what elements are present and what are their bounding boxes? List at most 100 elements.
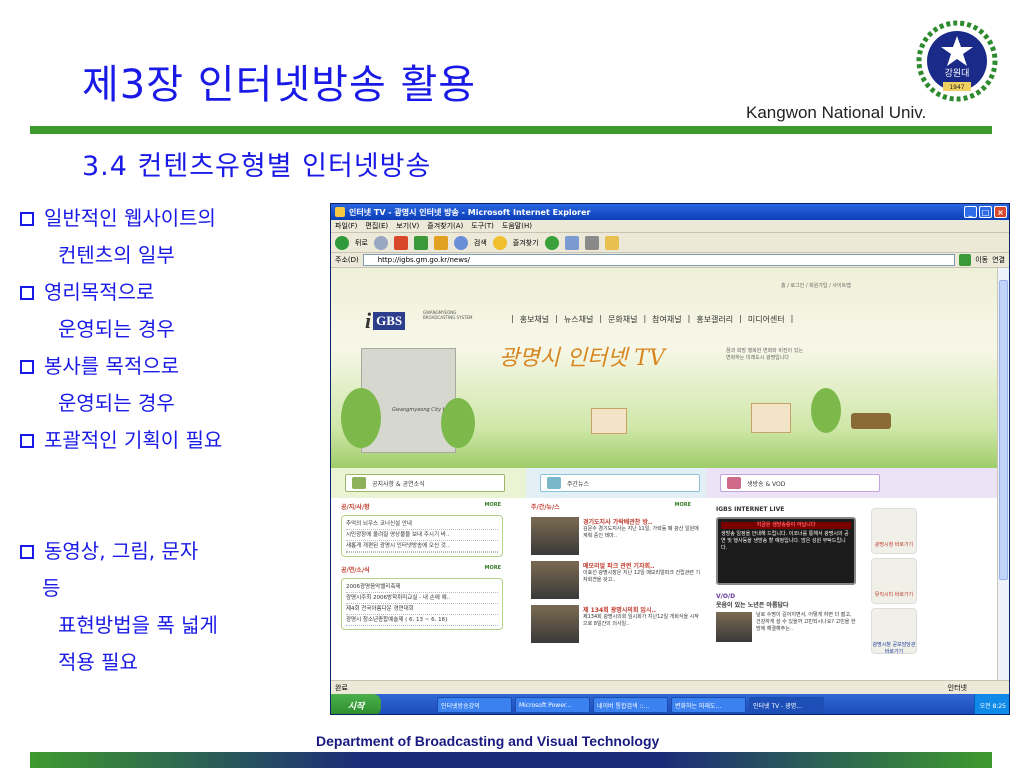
bullet-continuation: 적용 필요	[58, 650, 138, 674]
menu-help[interactable]: 도움말(H)	[502, 221, 532, 231]
window-title: 인터넷 TV - 광명시 인터넷 방송 - Microsoft Internet…	[349, 207, 591, 217]
site-top-links[interactable]: 홈 / 로그인 / 회원가입 / 사이트맵	[781, 282, 851, 289]
back-button[interactable]: 뒤로	[355, 238, 368, 248]
news-item[interactable]: 메모리얼 파크 관련 기자회.. 이효선 광명시장은 지난 12일 메모리얼파크 …	[531, 561, 701, 599]
back-arrow-icon[interactable]	[335, 235, 349, 250]
nav-item[interactable]: 뉴스채널	[564, 314, 593, 325]
forward-arrow-icon[interactable]	[373, 235, 388, 250]
checkbox-bullet-icon	[20, 360, 34, 374]
bullet-item: 영리목적으로	[20, 274, 320, 311]
live-heading: IGBS INTERNET LIVE	[716, 506, 785, 513]
favorites-star-icon[interactable]	[492, 235, 507, 250]
tab-live[interactable]: 생방송 & VOD	[706, 468, 999, 498]
footer-bar	[30, 752, 992, 768]
taskbar-item[interactable]: 인터넷방송강의	[437, 697, 512, 713]
search-button[interactable]: 검색	[474, 238, 487, 248]
tree-illustration	[811, 388, 841, 433]
taskbar-item[interactable]: 인터넷 TV - 광명...	[749, 697, 824, 713]
university-logo: 강원대 1947	[916, 20, 998, 102]
news-thumbnail[interactable]	[531, 561, 579, 599]
notice-column: 공/지/사/항 MORE 추억의 뇌우스 코너신설 안내 시민광장에 올려질 영상…	[341, 502, 503, 630]
bullet-continuation: 운영되는 경우	[58, 391, 175, 415]
news-more-link[interactable]: MORE	[675, 502, 692, 511]
nav-item[interactable]: 참여채널	[652, 314, 681, 325]
go-button[interactable]: 이동	[975, 255, 988, 265]
bullet-item: 일반적인 웹사이트의	[20, 200, 320, 237]
bullet-item: 동영상, 그림, 문자	[20, 533, 320, 570]
tab-notice[interactable]: 공지사항 & 공연소식	[331, 468, 526, 498]
city-hall-link[interactable]: 광명시청 바로가기	[871, 508, 917, 554]
close-button[interactable]: ×	[994, 206, 1007, 218]
taskbar-item[interactable]: 변화하는 미래도...	[671, 697, 746, 713]
list-item[interactable]: 광명시주최 2006방학취미교실 - 내 손에 예..	[346, 593, 498, 604]
vod-description: 날로 수명이 길어지면서, 어떻게 하면 더 젊고, 건강하게 살 수 있을까 …	[756, 612, 856, 632]
site-logo[interactable]: i GBS	[365, 308, 406, 334]
site-main-nav: | 홍보채널 | 뉴스채널 | 문화채널 | 참여채널 | 홍보갤러리 | 미디어센터 |	[511, 314, 794, 325]
links-button[interactable]: 연결	[992, 255, 1005, 265]
list-item[interactable]: 광명시 청소년종합예술제 ( 6. 13 ~ 6. 16)	[346, 615, 498, 626]
menu-favorites[interactable]: 즐겨찾기(A)	[427, 221, 463, 231]
mail-icon[interactable]	[564, 235, 579, 250]
favorites-button[interactable]: 즐겨찾기	[513, 238, 539, 248]
refresh-icon[interactable]	[413, 235, 428, 250]
news-thumbnail[interactable]	[531, 605, 579, 643]
go-arrow-icon[interactable]	[959, 254, 972, 266]
taskbar-item[interactable]: 네이버 통합검색 ::...	[593, 697, 668, 713]
maximize-button[interactable]: □	[979, 206, 992, 218]
browser-window: 인터넷 TV - 광명시 인터넷 방송 - Microsoft Internet…	[330, 203, 1010, 715]
address-label: 주소(D)	[335, 256, 359, 264]
live-status: 지금은 생방송중이 아닙니다	[721, 522, 851, 529]
nav-item[interactable]: 미디어센터	[748, 314, 785, 325]
list-item[interactable]: 시민광장에 올려질 영상물을 보내 주시기 바..	[346, 530, 498, 541]
news-item[interactable]: 제 134회 광명시의회 임시.. 제134회 광명시의회 임시회가 지난12일 …	[531, 605, 701, 643]
vod-title[interactable]: 웃음이 있는 노년은 아름답다	[716, 600, 856, 609]
live-player[interactable]: 지금은 생방송중이 아닙니다 생방송 일정을 안내해 드립니다. 이코너를 통해…	[716, 517, 856, 585]
menu-file[interactable]: 파일(F)	[335, 221, 357, 231]
start-button[interactable]: 시작	[331, 694, 381, 714]
university-name: Kangwon National Univ.	[746, 103, 927, 122]
bullet-continuation: 등	[42, 576, 61, 600]
list-item[interactable]: 추억의 뇌우스 코너신설 안내	[346, 519, 498, 530]
minimize-button[interactable]: _	[964, 206, 977, 218]
list-item[interactable]: 제4회 전국아름다운 경연대회	[346, 604, 498, 615]
notice-more-link[interactable]: MORE	[485, 502, 502, 511]
bullet-list: 일반적인 웹사이트의 컨텐츠의 일부 영리목적으로 운영되는 경우 봉사를 목적…	[20, 200, 320, 681]
stop-icon[interactable]	[393, 235, 408, 250]
heart-icon	[727, 477, 741, 489]
scrollbar-thumb[interactable]	[999, 280, 1008, 580]
list-item[interactable]: 새롭게 개편된 광명시 인터넷방송에 오신 것..	[346, 541, 498, 552]
menu-tools[interactable]: 도구(T)	[471, 221, 494, 231]
live-description: 생방송 일정을 안내해 드립니다. 이코너를 통해서 광명시의 공연 및 행사등…	[721, 531, 849, 551]
clock[interactable]: 오전 8:25	[980, 701, 1006, 710]
music-city-link[interactable]: 뮤직시티 바로가기	[871, 558, 917, 604]
print-icon[interactable]	[584, 235, 599, 250]
list-item[interactable]: 2006광명음악밸리축제	[346, 582, 498, 593]
bullet-item: 봉사를 목적으로	[20, 348, 320, 385]
nav-item[interactable]: 문화채널	[608, 314, 637, 325]
taskbar-item[interactable]: Microsoft Power...	[515, 697, 590, 713]
nav-item[interactable]: 홍보채널	[520, 314, 549, 325]
news-item[interactable]: 경기도지사 가락배관찬 방.. 김문수 경기도지사는 지난 11일, 가락동 폐 …	[531, 517, 701, 555]
tab-news[interactable]: 주간뉴스	[526, 468, 706, 498]
hero-title: 광명시 인터넷 TV	[499, 346, 665, 371]
vod-thumbnail[interactable]	[716, 612, 752, 642]
menu-edit[interactable]: 편집(E)	[365, 221, 388, 231]
security-zone: 인터넷	[947, 683, 967, 692]
address-input[interactable]: http://igbs.gm.go.kr/news/	[362, 254, 956, 266]
folder-icon[interactable]	[604, 235, 619, 250]
nav-item[interactable]: 홍보갤러리	[696, 314, 733, 325]
search-icon[interactable]	[453, 235, 468, 250]
menu-view[interactable]: 보기(V)	[396, 221, 419, 231]
list-item[interactable]	[346, 552, 498, 553]
history-icon[interactable]	[544, 235, 559, 250]
news-column: 주/간/뉴/스 MORE 경기도지사 가락배관찬 방.. 김문수 경기도지사는 지난…	[531, 502, 701, 643]
header-rule	[30, 126, 992, 134]
tree-illustration	[341, 388, 381, 448]
pr-office-link[interactable]: 광명시청 공보담당관 바로가기	[871, 608, 917, 655]
vod-heading: V/O/D	[716, 593, 736, 600]
status-bar: 완료 인터넷	[331, 680, 1009, 694]
news-thumbnail[interactable]	[531, 517, 579, 555]
events-more-link[interactable]: MORE	[485, 565, 502, 574]
home-icon[interactable]	[433, 235, 448, 250]
vertical-scrollbar[interactable]	[997, 268, 1009, 680]
